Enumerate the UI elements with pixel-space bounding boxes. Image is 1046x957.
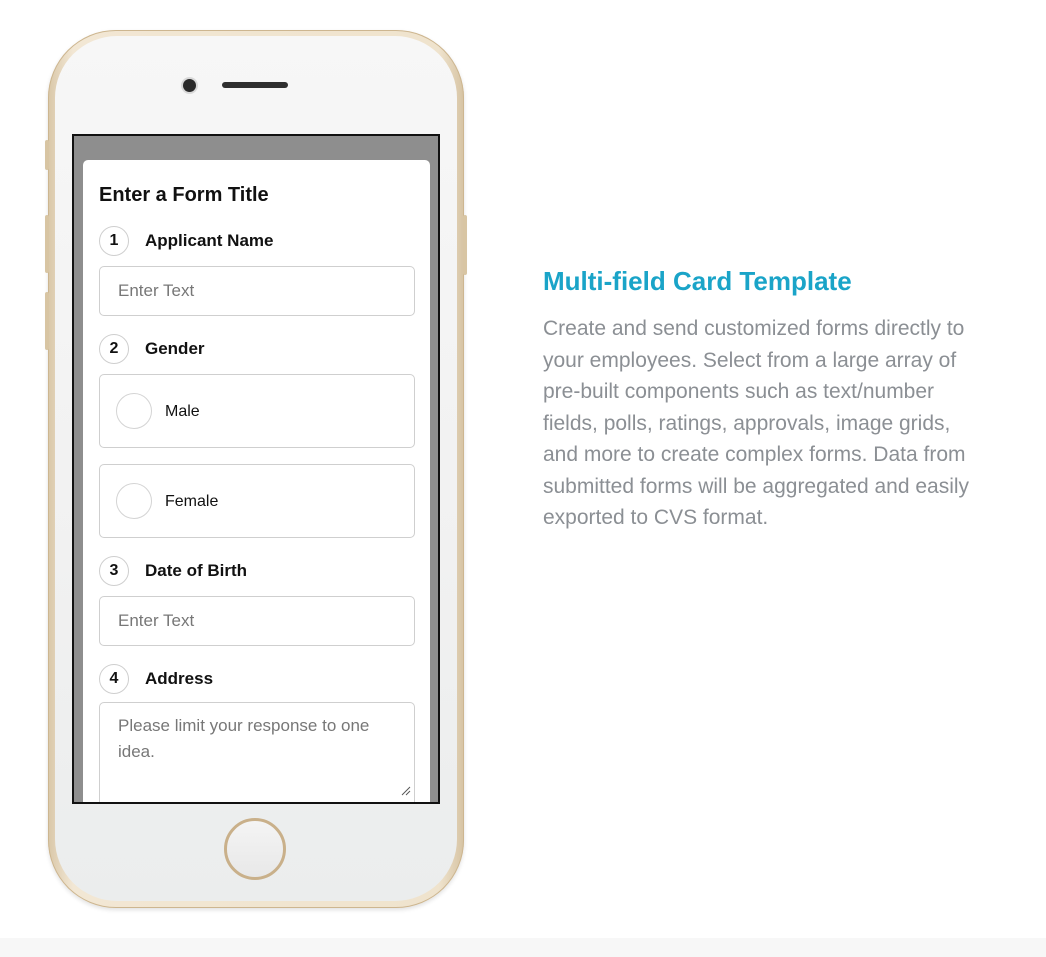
feature-heading: Multi-field Card Template [543,266,852,296]
address-textarea[interactable] [99,702,415,802]
question-number-badge: 3 [99,556,129,586]
gender-option-female[interactable]: Female [99,464,415,538]
feature-description: Create and send customized forms directl… [543,317,970,529]
question-4: 4 Address [99,662,213,696]
question-number-badge: 4 [99,664,129,694]
question-number-badge: 2 [99,334,129,364]
form-title[interactable]: Enter a Form Title [99,184,269,207]
speaker-grille [222,82,288,88]
applicant-name-input[interactable] [99,266,415,316]
volume-up-button [45,215,49,273]
question-1: 1 Applicant Name [99,224,273,258]
question-label: Address [145,669,214,688]
gender-option-male[interactable]: Male [99,374,415,448]
option-label: Female [165,493,219,510]
radio-button[interactable] [116,393,152,429]
home-button[interactable] [224,818,286,880]
form-card: Enter a Form Title 1 Applicant Name 2 Ge… [83,160,430,802]
radio-button[interactable] [116,483,152,519]
question-label: Applicant Name [145,231,274,250]
front-camera-icon [183,79,196,92]
phone-screen: Enter a Form Title 1 Applicant Name 2 Ge… [72,134,440,804]
date-of-birth-input[interactable] [99,596,415,646]
footer-band [0,938,1046,957]
volume-down-button [45,292,49,350]
question-label: Date of Birth [145,561,247,580]
resize-grip-icon[interactable] [401,786,411,796]
mute-switch [45,140,49,170]
question-2: 2 Gender [99,332,205,366]
question-3: 3 Date of Birth [99,554,247,588]
option-label: Male [165,403,200,420]
question-number-badge: 1 [99,226,129,256]
question-label: Gender [145,339,205,358]
power-button [463,215,467,275]
